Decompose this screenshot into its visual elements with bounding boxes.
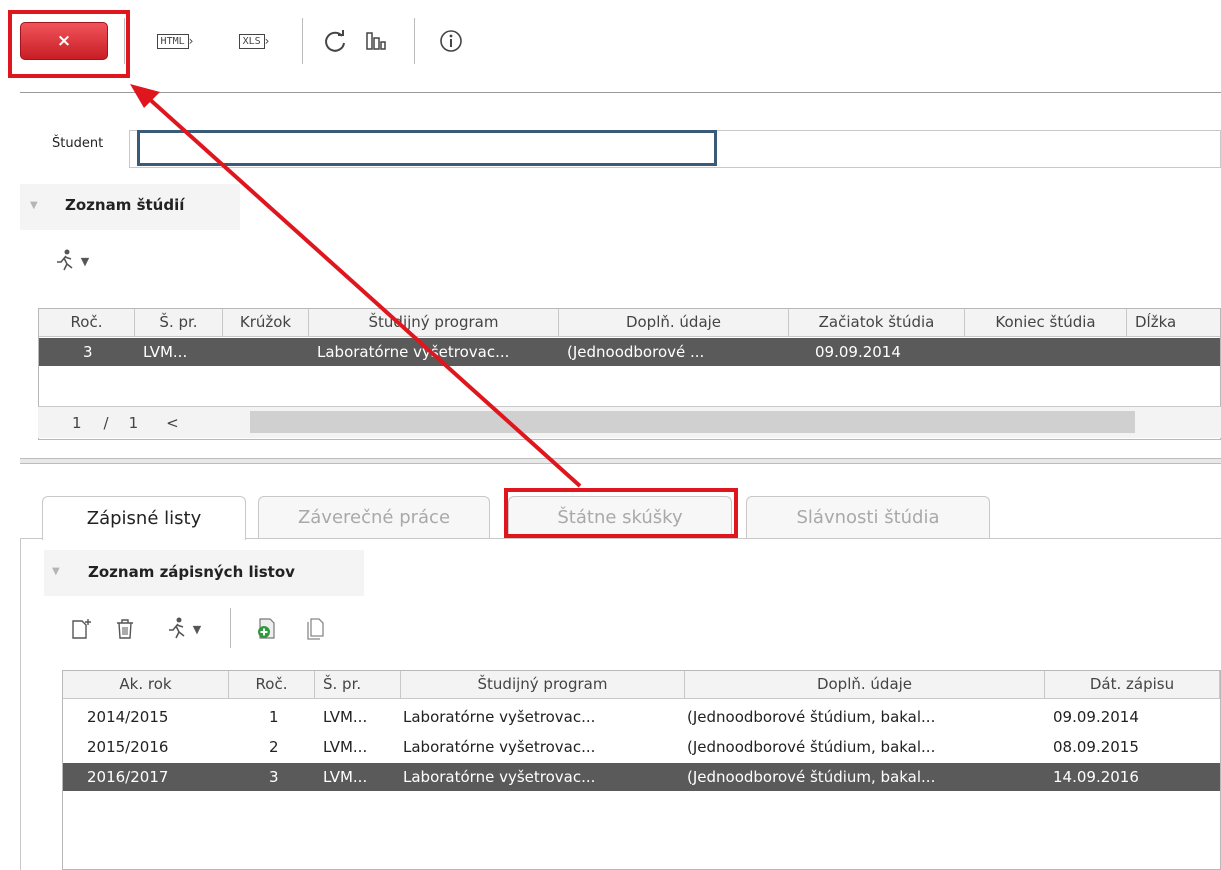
document-add-icon	[258, 618, 275, 639]
refresh-button[interactable]	[318, 28, 352, 54]
dropdown-caret-icon: ▼	[192, 622, 202, 636]
table-row[interactable]: 3 LVM... Laboratórne vyšetrovac... (Jedn…	[39, 338, 1220, 366]
enrollment-action-button[interactable]: ▼	[150, 614, 214, 644]
toolbar-separator	[230, 608, 231, 648]
horizontal-scrollbar[interactable]	[250, 411, 1135, 433]
export-html-button[interactable]: HTML ›	[146, 28, 204, 54]
col-header[interactable]: Dĺžka	[1127, 309, 1220, 337]
export-xls-button[interactable]: XLS ›	[230, 28, 278, 54]
studies-grid-header: Roč. Š. pr. Krúžok Študijný program Dopl…	[39, 309, 1220, 337]
pager-total: 1	[128, 413, 139, 432]
col-header[interactable]: Roč.	[39, 309, 135, 337]
col-header[interactable]: Š. pr.	[315, 671, 401, 699]
xls-icon: XLS	[238, 33, 265, 49]
pager-separator: /	[103, 413, 109, 432]
add-to-document-button[interactable]	[250, 614, 284, 644]
col-header[interactable]: Začiatok štúdia	[789, 309, 965, 337]
studies-title: Zoznam štúdií	[65, 196, 185, 214]
delete-enrollment-button[interactable]	[108, 614, 142, 644]
col-header[interactable]: Študijný program	[401, 671, 685, 699]
student-highlight	[137, 130, 717, 166]
splitter[interactable]	[20, 458, 1221, 464]
col-header[interactable]: Študijný program	[309, 309, 559, 337]
studies-action-button[interactable]: ▼	[40, 246, 100, 276]
col-header[interactable]: Doplň. údaje	[559, 309, 789, 337]
annotation-box-close	[8, 10, 130, 78]
col-header[interactable]: Koniec štúdia	[965, 309, 1127, 337]
html-icon: HTML	[156, 33, 189, 49]
toolbar-separator	[414, 18, 415, 64]
scroll-left-icon[interactable]: <	[166, 414, 179, 432]
student-label: Študent	[52, 136, 104, 151]
col-header[interactable]: Š. pr.	[135, 309, 223, 337]
tab-slavnosti-studia[interactable]: Slávnosti štúdia	[746, 496, 990, 538]
col-header[interactable]: Doplň. údaje	[685, 671, 1045, 699]
info-button[interactable]	[436, 28, 466, 54]
add-enrollment-button[interactable]	[64, 614, 98, 644]
col-header[interactable]: Dát. zápisu	[1045, 671, 1220, 699]
structure-icon	[366, 32, 386, 50]
enrollment-grid-header: Ak. rok Roč. Š. pr. Študijný program Dop…	[63, 671, 1220, 699]
info-icon	[440, 30, 462, 52]
enrollment-title: Zoznam zápisných listov	[88, 563, 295, 581]
col-header[interactable]: Roč.	[229, 671, 315, 699]
col-header[interactable]: Krúžok	[223, 309, 309, 337]
refresh-icon	[325, 30, 345, 52]
col-header[interactable]: Ak. rok	[63, 671, 229, 699]
tab-zapisne-listy[interactable]: Zápisné listy	[42, 496, 246, 540]
collapse-triangle-icon[interactable]: ▼	[52, 566, 60, 577]
trash-icon	[117, 619, 133, 639]
copy-icon	[307, 618, 324, 640]
structure-button[interactable]	[362, 28, 390, 54]
table-row[interactable]: 2016/2017 3 LVM... Laboratórne vyšetrova…	[63, 763, 1220, 791]
tab-zaverecne-prace[interactable]: Záverečné práce	[258, 496, 490, 538]
toolbar-divider	[20, 92, 1221, 93]
copy-document-button[interactable]	[298, 614, 332, 644]
table-row[interactable]: 2015/2016 2 LVM... Laboratórne vyšetrova…	[63, 733, 1220, 761]
tab-line	[20, 538, 42, 539]
tab-line	[246, 538, 1221, 539]
runner-icon	[56, 249, 73, 271]
enrollment-grid: Ak. rok Roč. Š. pr. Študijný program Dop…	[62, 670, 1221, 870]
toolbar-separator	[302, 18, 303, 64]
new-document-icon	[72, 619, 91, 639]
table-row[interactable]: 2014/2015 1 LVM... Laboratórne vyšetrova…	[63, 703, 1220, 731]
panel-border	[20, 538, 21, 870]
pager-current: 1	[72, 413, 82, 432]
collapse-triangle-icon[interactable]: ▼	[30, 200, 38, 211]
annotation-box-tab	[504, 488, 738, 538]
runner-icon	[168, 617, 185, 639]
dropdown-caret-icon: ▼	[80, 254, 90, 268]
